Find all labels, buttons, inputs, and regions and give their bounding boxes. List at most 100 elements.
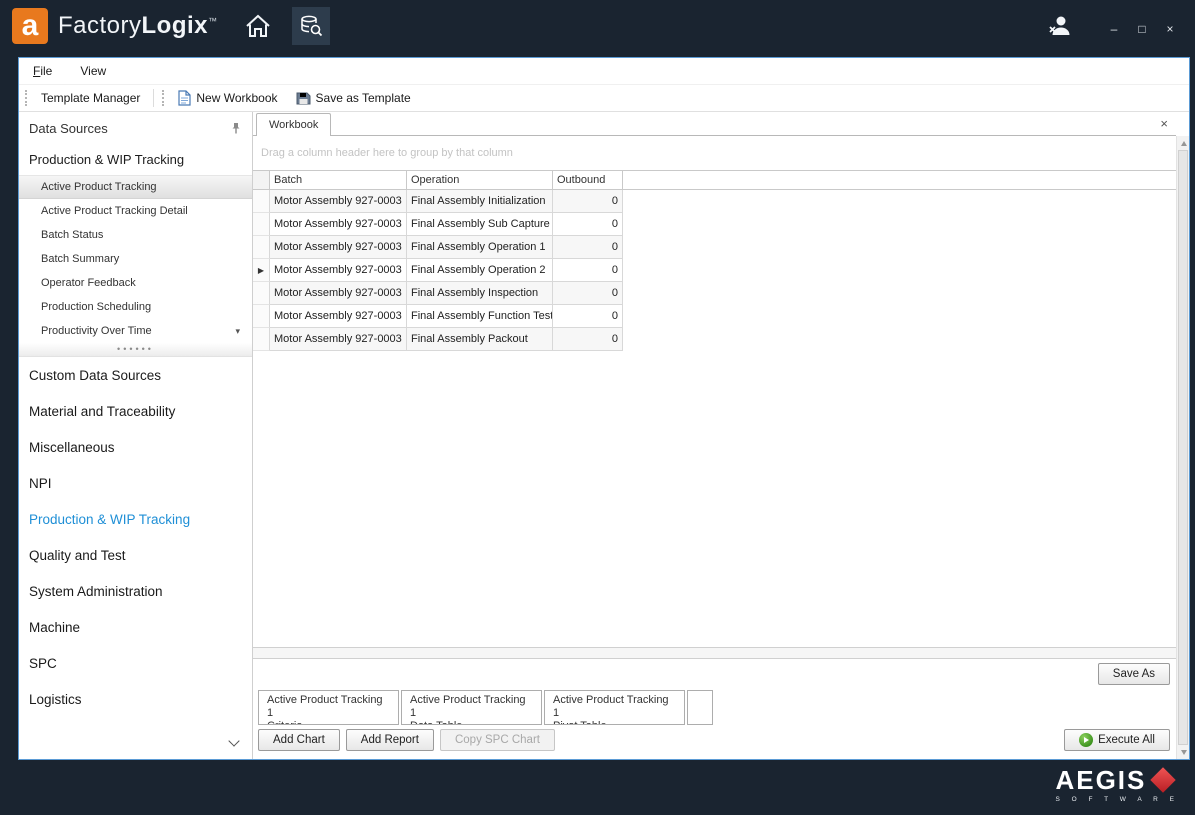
category-custom-data-sources[interactable]: Custom Data Sources [19,357,252,393]
user-button[interactable] [1047,14,1073,38]
table-row-current[interactable]: ▶ Motor Assembly 927-0003 Final Assembly… [253,259,1176,282]
execute-all-label: Execute All [1098,734,1155,746]
table-row[interactable]: Motor Assembly 927-0003 Final Assembly F… [253,305,1176,328]
category-label: Miscellaneous [29,440,115,455]
window-body: Data Sources Production & WIP Tracking A… [19,112,1189,759]
add-chart-button[interactable]: Add Chart [258,729,340,751]
grid-header-row: Batch Operation Outbound [253,171,1176,190]
aegis-logo-row: AEGIS [1055,767,1172,793]
brand-factory: Factory [58,12,142,39]
category-system-administration[interactable]: System Administration [19,573,252,609]
new-workbook-button[interactable]: New Workbook [173,88,282,108]
tab-workbook[interactable]: Workbook [256,113,331,136]
group-by-drop-area[interactable]: Drag a column header here to group by th… [253,136,1176,170]
sidebar-item-batch-summary[interactable]: Batch Summary [19,247,252,271]
table-row[interactable]: Motor Assembly 927-0003 Final Assembly S… [253,213,1176,236]
sidebar-item-batch-status[interactable]: Batch Status [19,223,252,247]
cell-outbound: 0 [553,213,623,236]
document-tabstrip: Workbook × [253,112,1176,136]
tab-line1: Active Product Tracking 1 [410,694,533,720]
category-npi[interactable]: NPI [19,465,252,501]
cell-outbound: 0 [553,190,623,213]
tab-close-icon[interactable]: × [1160,117,1168,130]
table-row[interactable]: Motor Assembly 927-0003 Final Assembly I… [253,190,1176,213]
home-button[interactable] [244,13,272,39]
save-as-row: Save As [253,659,1176,689]
scroll-down-arrow[interactable] [1177,745,1190,759]
vertical-scrollbar[interactable] [1176,136,1189,759]
data-explorer-button[interactable] [292,7,330,45]
pin-icon[interactable] [230,122,242,135]
minimize-button[interactable]: – [1107,23,1121,35]
menubar: File View [19,58,1189,85]
toolbar-grip-icon [25,90,28,106]
group-by-hint: Drag a column header here to group by th… [261,147,513,159]
sidebar-item-productivity-over-time[interactable]: Productivity Over Time ▾ [19,319,252,343]
save-as-template-label: Save as Template [316,91,411,105]
sidebar-item-active-product-tracking[interactable]: Active Product Tracking [19,175,252,199]
category-label: System Administration [29,584,163,599]
triangle-down-icon [1181,750,1187,755]
category-spc[interactable]: SPC [19,645,252,681]
horizontal-splitter[interactable] [253,647,1176,659]
tab-data-table[interactable]: Active Product Tracking 1 Data Table [401,690,542,725]
triangle-up-icon [1181,141,1187,146]
sidebar-item-production-scheduling[interactable]: Production Scheduling [19,295,252,319]
row-indicator-header [253,171,270,189]
tab-criteria[interactable]: Active Product Tracking 1 Criteria [258,690,399,725]
category-miscellaneous[interactable]: Miscellaneous [19,429,252,465]
tab-pivot-table[interactable]: Active Product Tracking 1 Pivot Table [544,690,685,725]
row-indicator-cell [253,305,270,328]
category-production-wip-tracking[interactable]: Production & WIP Tracking [19,501,252,537]
category-material-and-traceability[interactable]: Material and Traceability [19,393,252,429]
scroll-grip-dots-icon[interactable]: •••••• [19,343,252,357]
menu-view[interactable]: View [76,62,110,80]
row-indicator-cell: ▶ [253,259,270,282]
bottom-button-bar: Add Chart Add Report Copy SPC Chart Exec… [253,725,1176,759]
execute-icon [1079,733,1093,747]
maximize-button[interactable]: □ [1135,23,1149,35]
category-quality-and-test[interactable]: Quality and Test [19,537,252,573]
scroll-up-arrow[interactable] [1177,136,1190,150]
category-machine[interactable]: Machine [19,609,252,645]
save-as-button[interactable]: Save As [1098,663,1170,685]
column-header-batch[interactable]: Batch [270,171,407,189]
tab-line1: Active Product Tracking 1 [267,694,390,720]
sidebar-item-label: Production Scheduling [41,301,151,313]
sidebar-item-active-product-tracking-detail[interactable]: Active Product Tracking Detail [19,199,252,223]
cell-operation: Final Assembly Packout [407,328,553,351]
panel-header: Data Sources [19,112,252,144]
save-as-template-button[interactable]: Save as Template [291,89,416,108]
tab-line1: Active Product Tracking 1 [553,694,676,720]
menu-file[interactable]: File [29,62,56,80]
category-logistics[interactable]: Logistics [19,681,252,717]
titlebar: a FactoryLogix™ – □ [0,0,1195,52]
sidebar-item-label: Batch Status [41,229,103,241]
sidebar-item-label: Active Product Tracking Detail [41,205,188,217]
cell-outbound: 0 [553,328,623,351]
column-header-outbound[interactable]: Outbound [553,171,623,189]
table-row[interactable]: Motor Assembly 927-0003 Final Assembly I… [253,282,1176,305]
worksheet-tabs: Active Product Tracking 1 Criteria Activ… [253,689,1176,725]
execute-all-button[interactable]: Execute All [1064,729,1170,751]
scroll-thumb[interactable] [1178,150,1188,745]
sidebar-item-label: Operator Feedback [41,277,136,289]
sidebar-group-title: Production & WIP Tracking [19,144,252,175]
copy-spc-chart-button[interactable]: Copy SPC Chart [440,729,555,751]
panel-title: Data Sources [29,121,108,136]
sidebar-item-label: Active Product Tracking [41,181,157,193]
cell-batch: Motor Assembly 927-0003 [270,236,407,259]
close-button[interactable]: × [1163,23,1177,35]
sidebar-item-operator-feedback[interactable]: Operator Feedback [19,271,252,295]
tab-stub[interactable] [687,690,713,725]
chevron-down-icon[interactable]: ▾ [235,326,240,337]
template-manager-button[interactable]: Template Manager [36,89,145,107]
row-indicator-cell [253,282,270,305]
table-row[interactable]: Motor Assembly 927-0003 Final Assembly O… [253,236,1176,259]
cell-outbound: 0 [553,236,623,259]
table-row[interactable]: Motor Assembly 927-0003 Final Assembly P… [253,328,1176,351]
brand: FactoryLogix™ [58,12,218,40]
column-header-operation[interactable]: Operation [407,171,553,189]
cell-batch: Motor Assembly 927-0003 [270,328,407,351]
add-report-button[interactable]: Add Report [346,729,434,751]
